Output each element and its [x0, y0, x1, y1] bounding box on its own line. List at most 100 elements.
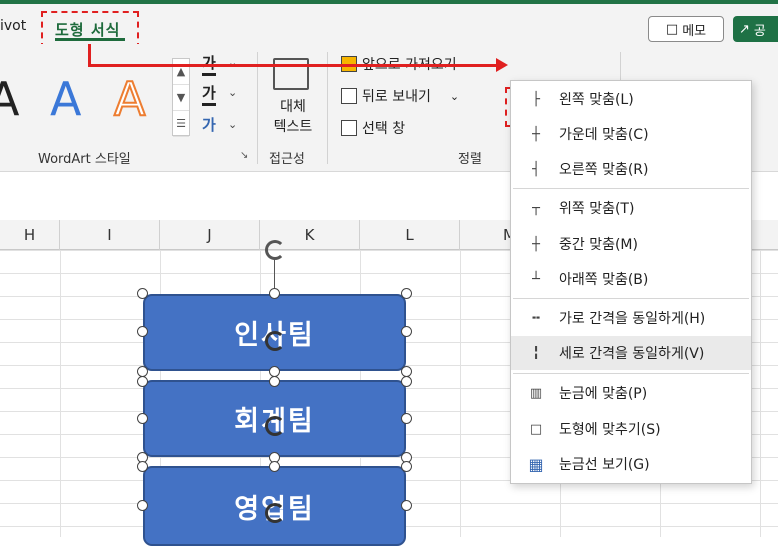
menu-item-align-middle[interactable]: ┼ 중간 맞춤(M): [511, 227, 751, 261]
align-left-icon: ├: [532, 91, 540, 107]
menu-item-label: 도형에 맞추기(S): [559, 422, 661, 438]
menu-item-align-bottom[interactable]: ┴ 아래쪽 맞춤(B): [511, 262, 751, 296]
resize-handle[interactable]: [269, 288, 280, 299]
tab-pivot[interactable]: ivot: [0, 18, 26, 34]
align-center-icon: ┼: [532, 126, 540, 142]
menu-item-align-top[interactable]: ┬ 위쪽 맞춤(T): [511, 191, 751, 225]
group-separator: [327, 52, 328, 164]
menu-separator: [513, 188, 749, 189]
group-label-arrange: 정렬: [458, 152, 482, 167]
resize-handle[interactable]: [401, 326, 412, 337]
menu-item-align-right[interactable]: ┤ 오른쪽 맞춤(R): [511, 152, 751, 186]
group-label-accessibility: 접근성: [269, 152, 305, 167]
tab-shape-format-label: 도형 서식: [55, 21, 121, 39]
rotate-handle-icon[interactable]: [265, 416, 285, 436]
rotate-handle-icon[interactable]: [265, 240, 285, 260]
resize-handle[interactable]: [137, 288, 148, 299]
wordart-style-blue-icon[interactable]: A: [50, 72, 81, 126]
rotate-handle-icon[interactable]: [265, 503, 285, 523]
selection-pane-label: 선택 창: [362, 121, 406, 137]
wordart-gallery-scroll[interactable]: ▲ ▼ ☰: [172, 58, 190, 137]
resize-handle[interactable]: [401, 500, 412, 511]
wordart-style-black-icon[interactable]: A: [0, 72, 19, 126]
alt-text-label-line2[interactable]: 텍스트: [266, 116, 320, 136]
resize-handle[interactable]: [401, 376, 412, 387]
menu-item-label: 위쪽 맞춤(T): [559, 201, 635, 217]
column-header-j[interactable]: J: [160, 220, 260, 250]
menu-item-label: 왼쪽 맞춤(L): [559, 92, 634, 108]
column-header-l[interactable]: L: [360, 220, 460, 250]
menu-item-label: 아래쪽 맞춤(B): [559, 272, 649, 288]
menu-separator: [513, 298, 749, 299]
menu-item-label: 세로 간격을 동일하게(V): [559, 346, 705, 362]
alt-text-label-line1[interactable]: 대체: [266, 96, 320, 116]
menu-item-view-gridlines[interactable]: ▦ 눈금선 보기(G): [511, 447, 751, 481]
menu-item-label: 가운데 맞춤(C): [559, 127, 649, 143]
alt-text-icon[interactable]: [273, 58, 309, 90]
resize-handle[interactable]: [137, 376, 148, 387]
menu-item-distribute-vertical[interactable]: ╏ 세로 간격을 동일하게(V): [511, 336, 751, 370]
snap-to-shape-icon: □: [529, 421, 543, 437]
callout-arrow-line: [88, 44, 91, 66]
resize-handle[interactable]: [269, 461, 280, 472]
menu-item-label: 가로 간격을 동일하게(H): [559, 311, 706, 327]
menu-item-align-left[interactable]: ├ 왼쪽 맞춤(L): [511, 82, 751, 116]
align-top-icon: ┬: [532, 200, 540, 216]
resize-handle[interactable]: [401, 461, 412, 472]
resize-handle[interactable]: [137, 500, 148, 511]
menu-item-align-center[interactable]: ┼ 가운데 맞춤(C): [511, 117, 751, 151]
share-button[interactable]: ↗ 공: [733, 16, 778, 42]
comment-icon: □: [665, 21, 679, 37]
resize-handle[interactable]: [137, 326, 148, 337]
wordart-style-orange-outline-icon[interactable]: A: [113, 71, 146, 127]
selection-pane-button[interactable]: 선택 창: [341, 118, 405, 138]
send-backward-button[interactable]: 뒤로 보내기 ⌄: [341, 86, 459, 106]
active-tab-underline: [55, 38, 125, 41]
menu-item-label: 오른쪽 맞춤(R): [559, 162, 649, 178]
align-middle-icon: ┼: [532, 236, 540, 252]
menu-item-snap-to-shape[interactable]: □ 도형에 맞추기(S): [511, 412, 751, 446]
chevron-down-icon[interactable]: ⌄: [228, 86, 237, 99]
memo-label: 메모: [682, 23, 707, 39]
gallery-more-icon[interactable]: ☰: [173, 111, 189, 137]
distribute-horizontal-icon: ╍: [532, 310, 540, 326]
chevron-down-icon: ⌄: [449, 89, 460, 103]
chevron-down-icon[interactable]: ⌄: [228, 118, 237, 131]
menu-item-label: 눈금선 보기(G): [559, 457, 650, 473]
text-outline-icon[interactable]: 가: [202, 82, 216, 106]
menu-item-distribute-horizontal[interactable]: ╍ 가로 간격을 동일하게(H): [511, 301, 751, 335]
dialog-launcher-icon[interactable]: ↘: [240, 150, 248, 161]
share-icon: ↗: [739, 21, 750, 37]
send-backward-icon: [341, 88, 357, 104]
chevron-down-icon[interactable]: ⌄: [228, 56, 237, 69]
menu-item-snap-to-grid[interactable]: ▥ 눈금에 맞춤(P): [511, 376, 751, 410]
ribbon-tab-row: ivot 도형 서식 □ 메모 ↗ 공: [0, 4, 778, 49]
column-header-i[interactable]: I: [60, 220, 160, 250]
view-gridlines-icon: ▦: [528, 454, 544, 474]
resize-handle[interactable]: [137, 461, 148, 472]
menu-item-label: 중간 맞춤(M): [559, 237, 638, 253]
resize-handle[interactable]: [401, 413, 412, 424]
send-backward-label: 뒤로 보내기: [362, 89, 431, 105]
resize-handle[interactable]: [269, 376, 280, 387]
share-label: 공: [753, 23, 766, 39]
align-bottom-icon: ┴: [532, 271, 540, 287]
menu-separator: [513, 373, 749, 374]
selection-pane-icon: [341, 120, 357, 136]
distribute-vertical-icon: ╏: [532, 345, 540, 361]
align-dropdown-menu: ├ 왼쪽 맞춤(L) ┼ 가운데 맞춤(C) ┤ 오른쪽 맞춤(R) ┬ 위쪽 …: [510, 80, 752, 484]
group-label-wordart: WordArt 스타일: [38, 152, 131, 167]
snap-to-grid-icon: ▥: [529, 385, 543, 401]
callout-arrow-head-icon: [496, 58, 508, 72]
align-right-icon: ┤: [532, 161, 540, 177]
text-effects-icon[interactable]: 가: [202, 114, 216, 135]
gallery-up-icon[interactable]: ▲: [173, 59, 189, 85]
memo-button[interactable]: □ 메모: [648, 16, 724, 42]
rotate-handle-icon[interactable]: [265, 331, 285, 351]
resize-handle[interactable]: [401, 288, 412, 299]
menu-item-label: 눈금에 맞춤(P): [559, 386, 648, 402]
gallery-down-icon[interactable]: ▼: [173, 85, 189, 111]
resize-handle[interactable]: [137, 413, 148, 424]
column-header-h[interactable]: H: [0, 220, 60, 250]
callout-arrow-line: [88, 64, 498, 67]
